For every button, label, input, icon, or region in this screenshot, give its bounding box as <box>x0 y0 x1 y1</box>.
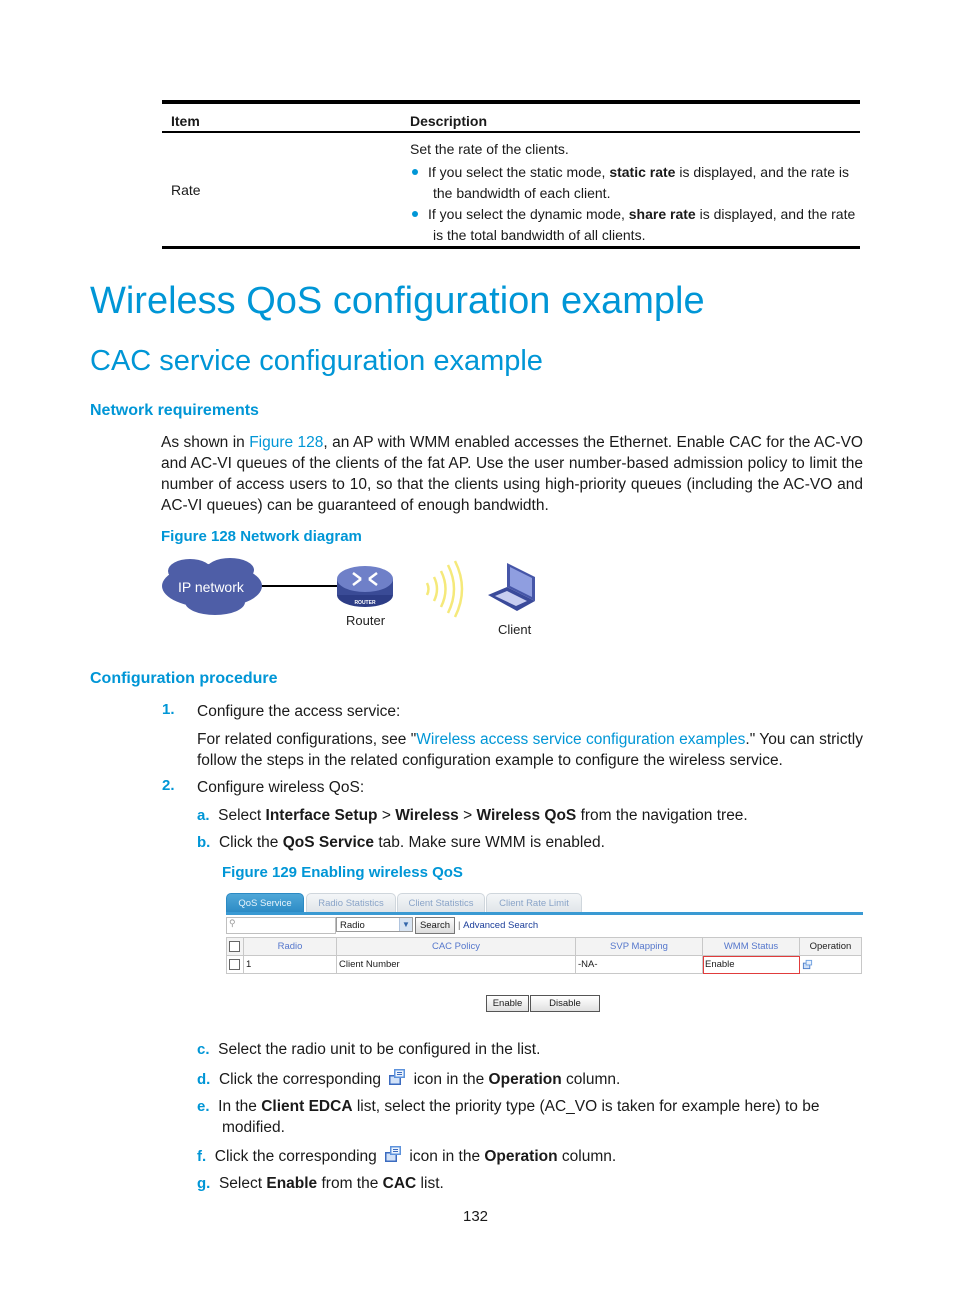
tab-qos-service[interactable]: QoS Service <box>226 893 304 913</box>
router-label: Router <box>346 613 386 628</box>
substep-e: e. In the Client EDCA list, select the p… <box>197 1098 820 1136</box>
step-2-number: 2. <box>162 777 175 794</box>
cell-cac-policy: Client Number <box>336 955 576 974</box>
search-button[interactable]: Search <box>415 917 455 934</box>
item-description-table: Item Description Rate Set the rate of th… <box>162 100 860 249</box>
step-1-number: 1. <box>162 701 175 718</box>
chapter-title: Wireless QoS configuration example <box>90 280 705 322</box>
search-icon: ⚲ <box>229 918 236 928</box>
table-bottom-rule <box>162 245 860 249</box>
configuration-procedure-heading: Configuration procedure <box>90 670 278 687</box>
table-header-row: Item Description <box>162 104 860 131</box>
row-checkbox[interactable] <box>229 958 240 970</box>
col-wmm-status[interactable]: WMM Status <box>702 937 800 956</box>
row-checkbox-cell <box>226 955 244 974</box>
row-intro: Set the rate of the clients. <box>410 140 569 157</box>
laptop-client-icon <box>488 563 535 611</box>
network-diagram-svg: ROUTER <box>162 558 535 618</box>
qos-ui-screenshot: QoS Service Radio Statistics Client Stat… <box>226 893 863 1018</box>
substep-d: d. Click the corresponding icon in the O… <box>197 1067 620 1090</box>
disable-button[interactable]: Disable <box>530 995 600 1012</box>
cell-radio: 1 <box>243 955 337 974</box>
client-label: Client <box>498 622 532 637</box>
tab-client-rate-limit[interactable]: Client Rate Limit <box>486 893 582 913</box>
col-svp-mapping[interactable]: SVP Mapping <box>575 937 703 956</box>
table-row: 1 Client Number -NA- Enable <box>226 955 862 974</box>
page-number: 132 <box>463 1208 489 1225</box>
tab-underline <box>226 912 863 915</box>
figure-129-caption: Figure 129 Enabling wireless QoS <box>222 864 463 881</box>
select-all-cell <box>226 937 244 956</box>
header-description: Description <box>410 113 488 129</box>
radio-qos-table: Radio CAC Policy SVP Mapping WMM Status … <box>226 937 862 974</box>
col-radio[interactable]: Radio <box>243 937 337 956</box>
substep-b: b. Click the QoS Service tab. Make sure … <box>197 834 605 851</box>
wireless-access-examples-link[interactable]: Wireless access service configuration ex… <box>416 731 745 748</box>
separator: | <box>458 920 461 931</box>
wireless-signal-icon <box>425 560 464 618</box>
substep-g: g. Select Enable from the CAC list. <box>197 1175 444 1192</box>
enable-button[interactable]: Enable <box>486 995 529 1012</box>
cell-operation <box>799 955 862 974</box>
router-icon: ROUTER <box>337 566 393 607</box>
bullet-dynamic: If you select the dynamic mode, share ra… <box>412 204 857 246</box>
bullet-static: If you select the static mode, static ra… <box>412 162 857 204</box>
bullet-dot <box>412 168 418 175</box>
network-requirements-paragraph: As shown in Figure 128, an AP with WMM e… <box>161 434 863 514</box>
step-1-text: Configure the access service: <box>197 703 401 720</box>
step-2-text: Configure wireless QoS: <box>197 779 365 796</box>
tab-client-statistics[interactable]: Client Statistics <box>397 893 485 913</box>
edit-config-icon <box>385 1146 402 1162</box>
bullet-dot <box>412 210 418 217</box>
substep-c: c. Select the radio unit to be configure… <box>197 1041 541 1058</box>
figure-128-caption: Figure 128 Network diagram <box>161 528 362 545</box>
cell-wmm-status: Enable <box>702 955 800 974</box>
section-title: CAC service configuration example <box>90 345 543 377</box>
table-header-row: Radio CAC Policy SVP Mapping WMM Status … <box>226 937 862 956</box>
network-requirements-heading: Network requirements <box>90 402 259 419</box>
search-input[interactable]: ⚲ <box>226 917 336 934</box>
network-diagram: ROUTER IP network Router Client <box>155 555 555 645</box>
step-1-paragraph: For related configurations, see "Wireles… <box>197 731 863 769</box>
select-all-checkbox[interactable] <box>229 940 240 952</box>
col-operation: Operation <box>799 937 862 956</box>
advanced-search-link[interactable]: | Advanced Search <box>458 918 538 933</box>
search-field-select[interactable]: Radio ▼ <box>336 917 413 932</box>
substep-f: f. Click the corresponding icon in the O… <box>197 1144 616 1167</box>
substep-a: a. Select Interface Setup > Wireless > W… <box>197 807 748 824</box>
edit-config-icon[interactable] <box>802 959 813 970</box>
row-item-rate: Rate <box>171 181 201 198</box>
cloud-label: IP network <box>178 579 244 595</box>
edit-config-icon <box>389 1069 406 1085</box>
col-cac-policy[interactable]: CAC Policy <box>336 937 576 956</box>
tab-radio-statistics[interactable]: Radio Statistics <box>306 893 396 913</box>
table-row: Rate Set the rate of the clients. If you… <box>162 133 860 246</box>
svg-text:ROUTER: ROUTER <box>354 600 376 606</box>
header-item: Item <box>171 113 200 129</box>
figure-128-link[interactable]: Figure 128 <box>249 434 323 451</box>
cell-svp-mapping: -NA- <box>575 955 703 974</box>
chevron-down-icon: ▼ <box>399 918 412 931</box>
